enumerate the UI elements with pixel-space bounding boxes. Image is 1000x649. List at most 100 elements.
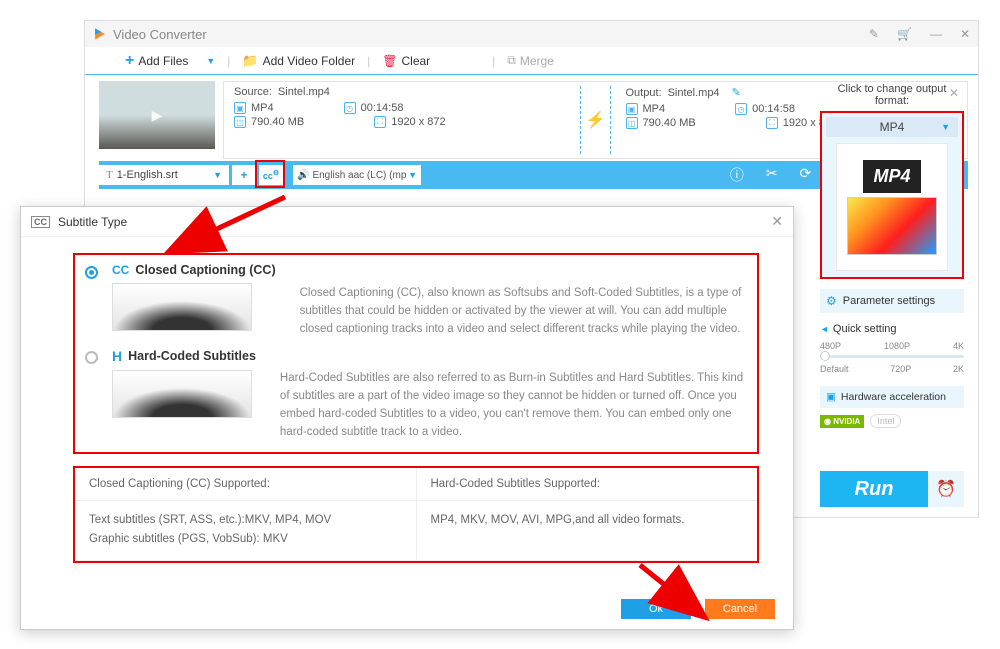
add-subtitle-button[interactable]: +	[232, 165, 256, 185]
option-hard[interactable]: HHard-Coded Subtitles Hard-Coded Subtitl…	[85, 348, 747, 441]
title-bar: Video Converter ✎ 🛒 — ✕	[85, 21, 978, 47]
audio-select[interactable]: 🔊English aac (LC) (mp▼	[293, 165, 421, 185]
source-size: 790.40 MB	[251, 116, 304, 128]
nvidia-badge: NVIDIA	[820, 415, 864, 428]
subtitle-type-dialog: CC Subtitle Type ✕ CC Closed Captioning (…	[20, 206, 794, 630]
add-files-button[interactable]: +Add Files▼	[125, 52, 215, 70]
format-icon: ▣	[626, 103, 638, 115]
cc-icon: CC	[31, 216, 50, 228]
source-label: Source:	[234, 86, 272, 98]
right-panel: Click to change output format: MP4 ▼ MP4 …	[820, 83, 964, 428]
rotate-icon[interactable]: ⟳	[800, 165, 812, 185]
hard-supported-body: MP4, MKV, MOV, AVI, MPG,and all video fo…	[417, 501, 758, 561]
schedule-button[interactable]: ⏰	[928, 471, 964, 507]
merge-button[interactable]: ⧉Merge	[507, 53, 554, 68]
add-folder-button[interactable]: 📁Add Video Folder	[242, 53, 355, 69]
quick-setting-section: Quick setting 480P1080P4K Default720P2K	[820, 323, 964, 374]
cc-supported-body: Text subtitles (SRT, ASS, etc.):MKV, MP4…	[75, 501, 417, 561]
clear-button[interactable]: 🗑Clear	[382, 54, 430, 68]
output-format-label: Click to change output format:	[820, 83, 964, 107]
format-preview: MP4	[836, 143, 948, 271]
radio-hard[interactable]	[85, 351, 98, 364]
run-bar: Run ⏰	[820, 471, 964, 507]
radio-cc[interactable]	[85, 266, 98, 279]
close-icon[interactable]: ✕	[960, 27, 970, 41]
hardware-accel-button[interactable]: ▣Hardware acceleration	[820, 386, 964, 408]
parameter-settings-button[interactable]: ⚙Parameter settings	[820, 289, 964, 313]
app-logo-icon	[93, 27, 107, 41]
subtitle-select[interactable]: T1-English.srt▼	[99, 165, 229, 185]
settings-icon[interactable]: ✎	[869, 27, 879, 41]
cc-option-label: Closed Captioning (CC)	[135, 263, 275, 277]
speaker-icon: 🔊	[297, 170, 309, 181]
size-icon: ◫	[626, 117, 638, 129]
run-button[interactable]: Run	[820, 471, 928, 507]
size-icon: ◫	[234, 116, 246, 128]
dialog-footer: Ok Cancel	[621, 599, 775, 619]
dialog-body: CC Closed Captioning (CC) Closed Captioni…	[21, 237, 793, 563]
resolution-icon: ⛶	[766, 117, 778, 129]
media-divider: ⚡	[576, 82, 616, 158]
dialog-title: Subtitle Type	[58, 215, 127, 229]
source-resolution: 1920 x 872	[391, 116, 445, 128]
trash-icon: 🗑	[382, 54, 397, 68]
source-filename: Sintel.mp4	[278, 86, 330, 98]
quick-setting-label: Quick setting	[820, 323, 964, 335]
subtitle-options-box: CC Closed Captioning (CC) Closed Captioni…	[73, 253, 759, 454]
plus-icon: +	[125, 52, 134, 70]
output-size: 790.40 MB	[643, 117, 696, 129]
option-cc[interactable]: CC Closed Captioning (CC) Closed Captioni…	[85, 263, 747, 338]
ok-button[interactable]: Ok	[621, 599, 691, 619]
format-art	[847, 197, 937, 255]
chevron-down-icon: ▼	[206, 56, 215, 66]
cancel-button[interactable]: Cancel	[705, 599, 775, 619]
dialog-close-icon[interactable]: ✕	[771, 213, 783, 230]
output-filename: Sintel.mp4	[668, 87, 720, 99]
hard-description: Hard-Coded Subtitles are also referred t…	[280, 348, 747, 441]
cut-icon[interactable]: ✂	[766, 165, 778, 185]
app-title: Video Converter	[113, 27, 207, 42]
merge-icon: ⧉	[507, 53, 516, 68]
format-badge: MP4	[863, 160, 920, 193]
subtitle-type-button[interactable]: cc⚙	[259, 165, 283, 185]
resolution-slider[interactable]	[820, 355, 964, 358]
info-icon[interactable]: ⓘ	[730, 165, 744, 185]
edit-output-icon[interactable]: ✎	[732, 86, 741, 99]
format-name: MP4	[880, 120, 905, 134]
sliders-icon: ⚙	[826, 294, 837, 308]
plus-icon: +	[240, 168, 247, 182]
bolt-icon: ⚡	[586, 110, 606, 130]
minimize-icon[interactable]: —	[930, 27, 942, 41]
annotation-box	[255, 160, 285, 188]
source-panel: Source: Sintel.mp4 ▣ MP4 ◷ 00:14:58 ◫ 790.40…	[224, 82, 576, 158]
chevron-down-icon: ▼	[941, 122, 950, 132]
cc-icon: CC	[112, 263, 129, 277]
output-label: Output:	[626, 87, 662, 99]
main-toolbar: +Add Files▼ | 📁Add Video Folder | 🗑Clear…	[85, 47, 978, 75]
source-format: MP4	[251, 102, 274, 114]
cc-illustration	[112, 283, 252, 331]
output-format: MP4	[643, 103, 666, 115]
hard-supported-header: Hard-Coded Subtitles Supported:	[417, 468, 758, 501]
hard-illustration	[112, 370, 252, 418]
cc-description: Closed Captioning (CC), also known as So…	[300, 263, 747, 338]
dialog-titlebar: CC Subtitle Type ✕	[21, 207, 793, 237]
alarm-icon: ⏰	[936, 479, 956, 499]
output-format-selector[interactable]: MP4 ▼ MP4	[820, 111, 964, 279]
cart-icon[interactable]: 🛒	[897, 27, 912, 41]
intel-badge: Intel	[870, 414, 901, 428]
clock-icon: ◷	[735, 103, 747, 115]
clock-icon: ◷	[344, 102, 356, 114]
source-duration: 00:14:58	[361, 102, 404, 114]
format-icon: ▣	[234, 102, 246, 114]
resolution-icon: ⛶	[374, 116, 386, 128]
folder-icon: 📁	[242, 53, 258, 69]
cc-supported-header: Closed Captioning (CC) Supported:	[75, 468, 417, 501]
chip-icon: ▣	[826, 391, 836, 403]
window-controls: ✎ 🛒 — ✕	[869, 27, 970, 41]
hard-option-label: Hard-Coded Subtitles	[128, 349, 256, 363]
hw-vendor-icons: NVIDIA Intel	[820, 414, 964, 428]
video-thumbnail[interactable]	[99, 81, 215, 149]
output-duration: 00:14:58	[752, 103, 795, 115]
support-table: Closed Captioning (CC) Supported: Hard-C…	[73, 466, 759, 563]
